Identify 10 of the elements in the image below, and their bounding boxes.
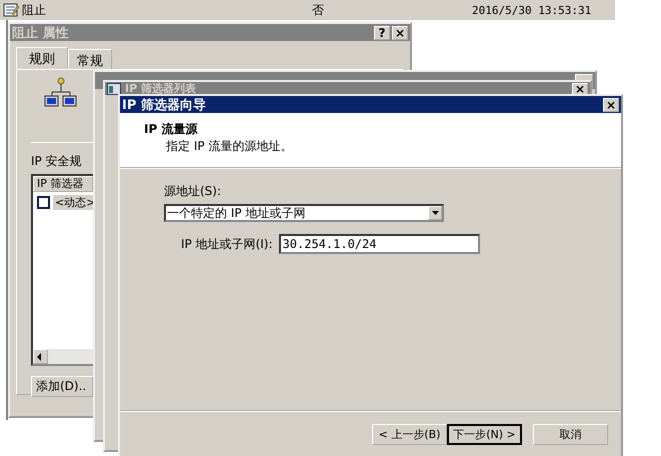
row-date: 2016/5/30 13:53:31 bbox=[472, 4, 592, 16]
field-label: IP 地址或子网(I): bbox=[181, 236, 273, 252]
row-value: 否 bbox=[312, 2, 325, 18]
dropdown-value: 一个特定的 IP 地址或子网 bbox=[166, 204, 306, 222]
window-title: 阻止 属性 bbox=[12, 24, 69, 42]
window-title: IP 筛选器列表 bbox=[125, 81, 197, 96]
window-title: IP 筛选器向导 bbox=[122, 96, 206, 114]
heading: IP 流量源 bbox=[144, 121, 198, 138]
field-label: 源地址(S): bbox=[164, 183, 222, 200]
row-name: 阻止 bbox=[22, 2, 47, 18]
